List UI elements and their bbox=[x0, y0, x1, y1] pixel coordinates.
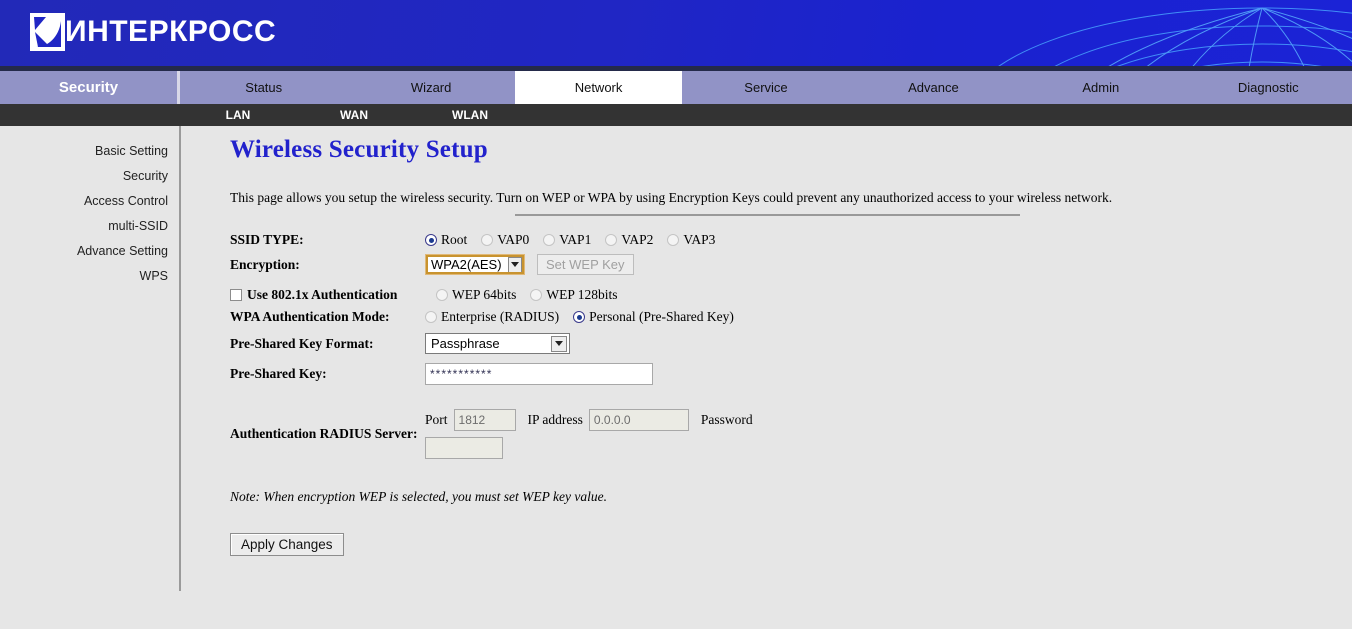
radio-indicator-personal[interactable] bbox=[573, 311, 586, 323]
sidebar-item-wps[interactable]: WPS bbox=[0, 264, 178, 289]
wireframe-globe-graphic bbox=[998, 7, 1352, 66]
radio-ssid-vap3[interactable]: VAP3 bbox=[667, 232, 715, 248]
row-psk: Pre-Shared Key: bbox=[230, 363, 1352, 385]
encryption-select[interactable]: WPA2(AES) bbox=[425, 254, 525, 275]
radio-label-wep-64: WEP 64bits bbox=[452, 287, 517, 302]
radio-personal-psk[interactable]: Personal (Pre-Shared Key) bbox=[573, 309, 734, 325]
sidebar-item-access-control[interactable]: Access Control bbox=[0, 189, 178, 214]
radio-indicator-enterprise[interactable] bbox=[425, 311, 437, 323]
radius-server-label: Authentication RADIUS Server: bbox=[230, 426, 418, 441]
radio-label-wep-128: WEP 128bits bbox=[546, 287, 618, 302]
row-psk-format: Pre-Shared Key Format: Passphrase bbox=[230, 333, 1352, 354]
radio-ssid-root[interactable]: Root bbox=[425, 232, 467, 248]
tab-service[interactable]: Service bbox=[682, 71, 849, 104]
radio-indicator-vap0[interactable] bbox=[481, 234, 494, 246]
sidebar: Basic Setting Security Access Control mu… bbox=[0, 126, 178, 289]
radio-label-enterprise: Enterprise (RADIUS) bbox=[441, 309, 560, 324]
router-admin-page: ИНТЕРКРОСС Security Status Wizard Networ… bbox=[0, 0, 1352, 629]
row-wpa-auth-mode: WPA Authentication Mode: Enterprise (RAD… bbox=[230, 309, 1352, 325]
ssid-type-options: Root VAP0 VAP1 VAP2 VAP3 bbox=[425, 232, 729, 248]
dot1x-label: Use 802.1x Authentication bbox=[247, 287, 398, 302]
nav-brand-security: Security bbox=[0, 71, 180, 104]
apply-button-wrap: Apply Changes bbox=[230, 533, 1352, 556]
k-square-logo-icon bbox=[30, 13, 65, 51]
sidebar-item-security[interactable]: Security bbox=[0, 164, 178, 189]
row-ssid-type: SSID TYPE: Root VAP0 VAP1 VAP2 VAP3 bbox=[230, 232, 1352, 248]
page-description: This page allows you setup the wireless … bbox=[230, 190, 1113, 205]
dot1x-checkbox-wrap[interactable]: Use 802.1x Authentication bbox=[230, 287, 425, 303]
radio-label-vap0: VAP0 bbox=[497, 232, 530, 247]
radius-password-input[interactable] bbox=[425, 437, 503, 459]
radio-label-vap3: VAP3 bbox=[683, 232, 716, 247]
section-divider bbox=[515, 214, 1020, 216]
radius-fields: Port IP address Password bbox=[425, 409, 759, 459]
radio-ssid-vap0[interactable]: VAP0 bbox=[481, 232, 529, 248]
radio-indicator-vap1[interactable] bbox=[543, 234, 556, 246]
tab-diagnostic[interactable]: Diagnostic bbox=[1185, 71, 1352, 104]
subtab-wan[interactable]: WAN bbox=[296, 108, 412, 122]
radio-indicator-wep-64[interactable] bbox=[436, 289, 448, 301]
radius-ip-input[interactable] bbox=[588, 409, 689, 431]
subtab-wlan[interactable]: WLAN bbox=[412, 108, 528, 122]
tab-advance[interactable]: Advance bbox=[850, 71, 1017, 104]
sub-navigation: LAN WAN WLAN bbox=[0, 104, 1352, 126]
main-panel: Wireless Security Setup This page allows… bbox=[181, 126, 1352, 629]
radio-label-vap1: VAP1 bbox=[559, 232, 592, 247]
tab-status[interactable]: Status bbox=[180, 71, 347, 104]
apply-changes-button[interactable]: Apply Changes bbox=[230, 533, 344, 556]
chevron-down-icon[interactable] bbox=[507, 256, 522, 273]
wpa-auth-mode-label: WPA Authentication Mode: bbox=[230, 309, 390, 324]
psk-format-select-value: Passphrase bbox=[431, 336, 500, 351]
wpa-auth-mode-options: Enterprise (RADIUS) Personal (Pre-Shared… bbox=[425, 309, 748, 325]
radio-indicator-root[interactable] bbox=[425, 234, 437, 246]
row-encryption: Encryption: WPA2(AES) Set WEP Key bbox=[230, 254, 1352, 275]
psk-format-label: Pre-Shared Key Format: bbox=[230, 335, 374, 351]
page-title: Wireless Security Setup bbox=[230, 136, 488, 163]
page-banner: ИНТЕРКРОСС bbox=[0, 0, 1352, 66]
tab-network[interactable]: Network bbox=[514, 71, 683, 104]
radio-label-vap2: VAP2 bbox=[621, 232, 654, 247]
tab-admin[interactable]: Admin bbox=[1017, 71, 1184, 104]
encryption-label: Encryption: bbox=[230, 256, 300, 272]
radio-indicator-vap3[interactable] bbox=[667, 234, 680, 246]
radius-port-label: Port bbox=[425, 412, 448, 427]
content-area: Basic Setting Security Access Control mu… bbox=[0, 126, 1352, 629]
pre-shared-key-input[interactable] bbox=[425, 363, 653, 385]
wep-note: Note: When encryption WEP is selected, y… bbox=[230, 489, 608, 504]
radio-wep-64[interactable]: WEP 64bits bbox=[436, 287, 516, 303]
wep-bits-options: WEP 64bits WEP 128bits bbox=[436, 287, 632, 303]
psk-format-select[interactable]: Passphrase bbox=[425, 333, 570, 354]
subtab-lan[interactable]: LAN bbox=[180, 108, 296, 122]
psk-format-controls: Passphrase bbox=[425, 333, 570, 354]
brand-name: ИНТЕРКРОСС bbox=[65, 15, 277, 48]
radius-port-input[interactable] bbox=[453, 409, 516, 431]
radio-enterprise-radius[interactable]: Enterprise (RADIUS) bbox=[425, 309, 559, 325]
row-dot1x: Use 802.1x Authentication WEP 64bits WEP… bbox=[230, 287, 1352, 303]
sidebar-item-advance-setting[interactable]: Advance Setting bbox=[0, 239, 178, 264]
sidebar-item-multi-ssid[interactable]: multi-SSID bbox=[0, 214, 178, 239]
row-radius-server: Authentication RADIUS Server: Port IP ad… bbox=[230, 409, 1352, 459]
set-wep-key-button[interactable]: Set WEP Key bbox=[537, 254, 634, 275]
brand-logo: ИНТЕРКРОСС bbox=[30, 13, 276, 51]
radio-label-personal: Personal (Pre-Shared Key) bbox=[589, 309, 734, 324]
wireless-security-form: SSID TYPE: Root VAP0 VAP1 VAP2 VAP3 Encr… bbox=[230, 232, 1352, 556]
tab-wizard[interactable]: Wizard bbox=[347, 71, 514, 104]
encryption-controls: WPA2(AES) Set WEP Key bbox=[425, 254, 634, 275]
radio-ssid-vap2[interactable]: VAP2 bbox=[605, 232, 653, 248]
encryption-select-value: WPA2(AES) bbox=[431, 257, 502, 272]
checkbox-use-8021x[interactable] bbox=[230, 289, 242, 301]
psk-label: Pre-Shared Key: bbox=[230, 366, 327, 381]
chevron-down-icon[interactable] bbox=[551, 335, 567, 352]
radio-label-root: Root bbox=[441, 232, 468, 247]
radio-indicator-wep-128[interactable] bbox=[530, 289, 543, 301]
radius-password-label: Password bbox=[700, 412, 753, 427]
main-navigation: Security Status Wizard Network Service A… bbox=[0, 71, 1352, 104]
radio-indicator-vap2[interactable] bbox=[605, 234, 618, 246]
psk-controls bbox=[425, 363, 653, 385]
sidebar-item-basic-setting[interactable]: Basic Setting bbox=[0, 139, 178, 164]
ssid-type-label: SSID TYPE: bbox=[230, 232, 304, 247]
radio-ssid-vap1[interactable]: VAP1 bbox=[543, 232, 591, 248]
radius-ip-label: IP address bbox=[527, 412, 583, 427]
radio-wep-128[interactable]: WEP 128bits bbox=[530, 287, 618, 303]
